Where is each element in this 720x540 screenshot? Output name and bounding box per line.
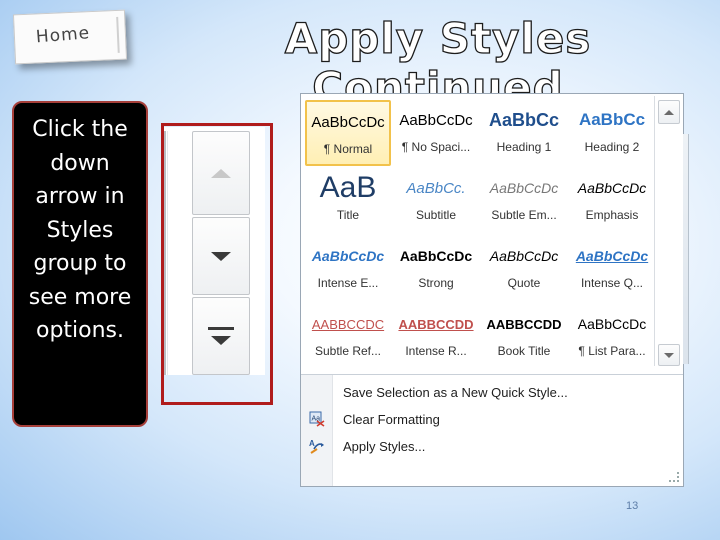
style-sample: AABBCCDD: [398, 316, 474, 332]
style-name: Strong: [418, 276, 454, 290]
instruction-callout: Click the down arrow in Styles group to …: [12, 101, 148, 427]
style-name: Intense E...: [317, 276, 379, 290]
gallery-scroll-down-button[interactable]: [658, 344, 680, 366]
style-sample: AaBbCcDc: [399, 248, 473, 264]
style-sample: AABBCCDC: [311, 316, 385, 332]
style-name: Intense Q...: [580, 276, 644, 290]
style-name: Subtle Ref...: [314, 344, 382, 358]
style-sample: AaBbCc: [488, 109, 559, 130]
style-sample: AaBbCc.: [406, 179, 466, 197]
ribbon-edge: [683, 134, 689, 364]
scroll-up-icon: [664, 109, 674, 115]
style-name: Emphasis: [585, 208, 639, 222]
style-name: Intense R...: [405, 344, 467, 358]
svg-text:A: A: [309, 439, 315, 448]
style-sample: AaBbCc: [578, 110, 646, 129]
style-tile[interactable]: AaBbCcDc ¶ List Para...: [569, 304, 655, 370]
style-tile[interactable]: AaBbCcDc Subtle Em...: [481, 168, 567, 234]
home-tab[interactable]: Home: [12, 9, 128, 65]
styles-menu: Save Selection as a New Quick Style... A…: [301, 374, 683, 486]
styles-gallery: AaBbCcDc ¶ Normal AaBbCcDc ¶ No Spaci...…: [300, 93, 689, 487]
style-sample: AaBbCcDc: [575, 248, 649, 264]
clear-formatting-item[interactable]: Aa Clear Formatting: [301, 406, 681, 432]
gallery-scrollbar[interactable]: [654, 96, 682, 366]
tab-edge: [116, 16, 120, 53]
style-name: Heading 2: [584, 140, 640, 154]
save-quick-style-item[interactable]: Save Selection as a New Quick Style...: [301, 379, 681, 405]
style-tile[interactable]: AaBbCcDc Intense E...: [305, 236, 391, 302]
apply-styles-item[interactable]: A Apply Styles...: [301, 433, 681, 459]
page-number: 13: [626, 500, 639, 512]
style-tile[interactable]: AaB Title: [305, 168, 391, 234]
style-name: ¶ Normal: [323, 142, 373, 156]
style-name: ¶ No Spaci...: [401, 140, 471, 154]
style-name: Quote: [507, 276, 541, 290]
style-sample: AaBbCcDc: [399, 111, 473, 129]
menu-item-label: Apply Styles...: [343, 438, 426, 454]
scroll-down-icon: [664, 352, 674, 358]
style-sample: AaBbCcDc: [577, 180, 647, 196]
resize-grip-icon[interactable]: [669, 472, 679, 482]
style-sample: AaB: [319, 171, 377, 204]
menu-item-label: Save Selection as a New Quick Style...: [343, 384, 568, 400]
style-tile[interactable]: AaBbCcDc Emphasis: [569, 168, 655, 234]
style-sample: AaBbCcDc: [489, 248, 559, 264]
style-name: Subtle Em...: [491, 208, 557, 222]
style-name: Title: [336, 208, 360, 222]
gallery-scroll-up-button[interactable]: [658, 100, 680, 124]
style-tile[interactable]: AaBbCc Heading 1: [481, 100, 567, 166]
style-sample: AaBbCcDc: [577, 316, 647, 332]
menu-item-label: Clear Formatting: [343, 411, 440, 427]
style-sample: AABBCCDD: [486, 316, 562, 332]
style-tile[interactable]: AaBbCcDc ¶ Normal: [305, 100, 391, 166]
style-tile[interactable]: AABBCCDD Book Title: [481, 304, 567, 370]
apply-styles-icon: A: [301, 437, 333, 455]
home-tab-label: Home: [35, 23, 91, 48]
style-tile[interactable]: AaBbCcDc Quote: [481, 236, 567, 302]
style-name: Heading 1: [496, 140, 552, 154]
style-tile[interactable]: AaBbCcDc Intense Q...: [569, 236, 655, 302]
highlight-box: [161, 123, 273, 405]
style-tile[interactable]: AaBbCcDc ¶ No Spaci...: [393, 100, 479, 166]
style-sample: AaBbCcDc: [489, 180, 559, 196]
styles-grid: AaBbCcDc ¶ Normal AaBbCcDc ¶ No Spaci...…: [303, 96, 649, 366]
style-name: Subtitle: [415, 208, 457, 222]
style-tile[interactable]: AaBbCc. Subtitle: [393, 168, 479, 234]
style-tile[interactable]: AABBCCDD Intense R...: [393, 304, 479, 370]
style-tile[interactable]: AaBbCc Heading 2: [569, 100, 655, 166]
style-name: ¶ List Para...: [578, 344, 646, 358]
style-tile[interactable]: AaBbCcDc Strong: [393, 236, 479, 302]
style-sample: AaBbCcDc: [311, 248, 385, 264]
style-sample: AaBbCcDc: [311, 113, 385, 131]
style-name: Book Title: [497, 344, 551, 358]
clear-formatting-icon: Aa: [301, 410, 333, 428]
style-tile[interactable]: AABBCCDC Subtle Ref...: [305, 304, 391, 370]
